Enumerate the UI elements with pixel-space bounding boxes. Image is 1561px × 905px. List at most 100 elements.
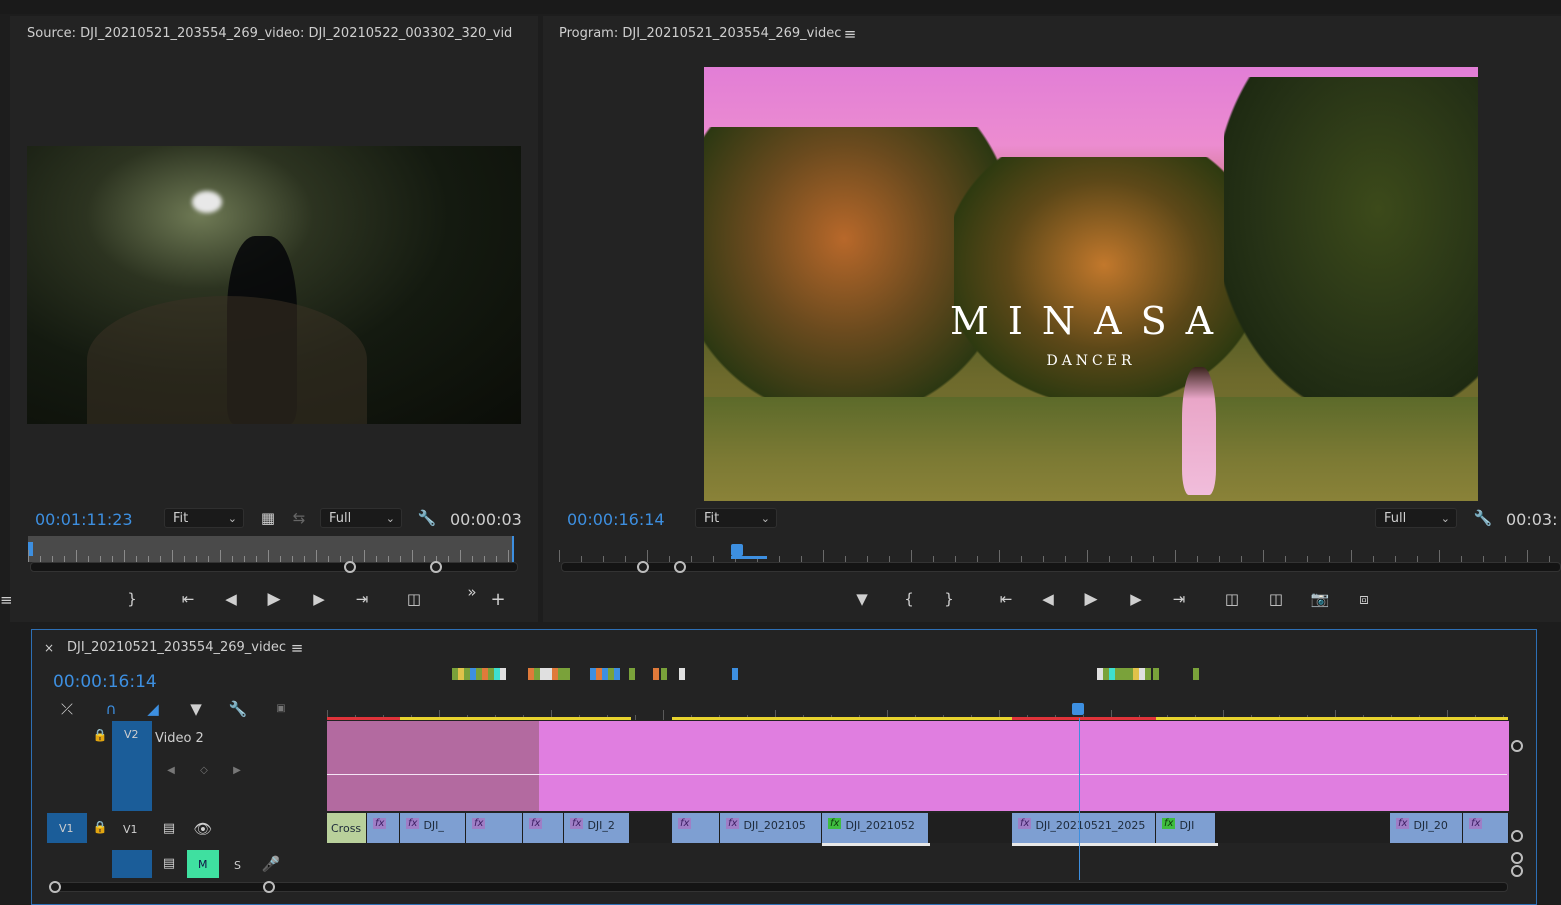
source-monitor-title[interactable]: Source: DJI_20210521_203554_269_video: D… xyxy=(27,26,512,41)
vscroll-handle-a[interactable] xyxy=(1511,852,1523,864)
source-fit-dropdown[interactable]: Fit ⌄ xyxy=(164,508,244,528)
timeline-timecode[interactable]: 00:00:16:14 xyxy=(53,672,157,692)
nest-toggle-icon[interactable]: ⤫ xyxy=(56,699,78,719)
v1-clip[interactable]: fx DJI xyxy=(1156,813,1216,843)
snap-icon[interactable]: ∩ xyxy=(100,699,122,719)
solo-button[interactable]: S xyxy=(234,859,241,872)
keyframe-add-icon[interactable]: ◇ xyxy=(193,761,215,781)
step-forward-icon[interactable]: ▶ xyxy=(1125,589,1147,609)
mute-button[interactable]: M xyxy=(187,850,219,878)
v1-clip[interactable]: fx xyxy=(1463,813,1509,843)
v1-clip[interactable]: fx DJI_2021052 xyxy=(822,813,929,843)
v1-target-label[interactable]: V1 xyxy=(123,823,138,836)
add-marker-icon[interactable]: ▼ xyxy=(851,589,873,609)
source-time-ruler[interactable] xyxy=(28,536,514,562)
wrench-icon[interactable]: 🔧 xyxy=(1472,508,1494,528)
v2-opacity-line[interactable] xyxy=(327,774,1507,775)
vscroll-handle-mid[interactable] xyxy=(1511,830,1523,842)
sync-lock-icon[interactable]: ▤ xyxy=(158,854,180,874)
v2-target-toggle[interactable]: V2 xyxy=(112,721,152,811)
step-back-icon[interactable]: ◀ xyxy=(1037,589,1059,609)
timeline-ruler[interactable] xyxy=(327,700,1508,720)
play-icon[interactable]: ▶ xyxy=(1080,589,1102,609)
timeline-marker[interactable] xyxy=(679,668,685,680)
program-playhead[interactable] xyxy=(731,544,743,556)
wrench-icon[interactable]: 🔧 xyxy=(227,699,249,719)
comparison-view-icon[interactable]: ⧈ xyxy=(1353,589,1375,609)
hamburger-icon[interactable]: ≡ xyxy=(839,24,861,44)
linked-selection-icon[interactable]: ◢ xyxy=(142,699,164,719)
keyframe-prev-icon[interactable]: ◀ xyxy=(160,761,182,781)
v1-clip[interactable]: fx xyxy=(672,813,720,843)
v1-clip[interactable]: fx DJI_20 xyxy=(1390,813,1463,843)
hamburger-icon[interactable]: ≡ xyxy=(286,638,308,658)
extract-icon[interactable]: ◫ xyxy=(1265,589,1287,609)
timeline-marker[interactable] xyxy=(500,668,506,680)
mark-in-icon[interactable]: { xyxy=(898,589,920,609)
eye-icon[interactable]: 👁 xyxy=(192,819,214,839)
insert-icon[interactable]: ◫ xyxy=(403,589,425,609)
microphone-icon[interactable]: 🎤 xyxy=(260,854,282,874)
go-to-in-icon[interactable]: ⇤ xyxy=(995,589,1017,609)
timeline-marker[interactable] xyxy=(653,668,659,680)
lift-icon[interactable]: ◫ xyxy=(1221,589,1243,609)
timeline-playhead-handle[interactable] xyxy=(1072,703,1084,715)
sync-lock-icon[interactable]: ▤ xyxy=(158,819,180,839)
go-to-out-icon[interactable]: ⇥ xyxy=(351,589,373,609)
program-fit-dropdown[interactable]: Fit ⌄ xyxy=(695,508,777,528)
mark-out-icon[interactable]: } xyxy=(938,589,960,609)
go-to-out-icon[interactable]: ⇥ xyxy=(1168,589,1190,609)
timeline-markers[interactable] xyxy=(327,668,1507,684)
v1-clip[interactable]: Cross xyxy=(327,813,367,843)
v1-clip[interactable]: fx xyxy=(523,813,564,843)
timeline-marker[interactable] xyxy=(661,668,667,680)
program-monitor-title[interactable]: Program: DJI_20210521_203554_269_videc xyxy=(559,26,841,41)
program-quality-dropdown[interactable]: Full ⌄ xyxy=(1375,508,1457,528)
wrench-icon[interactable]: 🔧 xyxy=(416,508,438,528)
program-timecode[interactable]: 00:00:16:14 xyxy=(567,510,665,529)
step-back-icon[interactable]: ◀ xyxy=(220,589,242,609)
source-zoom-handle-right[interactable] xyxy=(430,561,442,573)
step-forward-icon[interactable]: ▶ xyxy=(308,589,330,609)
source-quality-dropdown[interactable]: Full ⌄ xyxy=(320,508,402,528)
v1-clip[interactable]: fx xyxy=(367,813,400,843)
v1-clip[interactable]: fx xyxy=(466,813,523,843)
source-zoom-scrollbar[interactable] xyxy=(30,562,518,572)
timeline-zoom-handle-right[interactable] xyxy=(263,881,275,893)
v1-clip[interactable]: fx DJI_ xyxy=(400,813,466,843)
timeline-marker[interactable] xyxy=(629,668,635,680)
timeline-marker[interactable] xyxy=(1153,668,1159,680)
close-icon[interactable]: × xyxy=(38,638,60,658)
v1-clip[interactable]: fx DJI_202105 xyxy=(720,813,822,843)
program-zoom-scrollbar[interactable] xyxy=(561,562,1561,572)
captions-icon[interactable]: ▣ xyxy=(270,699,292,719)
camera-icon[interactable]: 📷 xyxy=(1309,589,1331,609)
v1-source-patch[interactable]: V1 xyxy=(47,813,87,843)
timeline-marker[interactable] xyxy=(1145,668,1151,680)
source-timecode[interactable]: 00:01:11:23 xyxy=(35,510,133,529)
source-zoom-handle-left[interactable] xyxy=(344,561,356,573)
insert-overwrite-icon[interactable]: ⇆ xyxy=(288,508,310,528)
timeline-marker[interactable] xyxy=(614,668,620,680)
add-marker-icon[interactable]: ▼ xyxy=(185,699,207,719)
lock-icon[interactable]: 🔒 xyxy=(89,817,111,837)
lock-icon[interactable]: 🔒 xyxy=(89,725,111,745)
timeline-tab-title[interactable]: DJI_20210521_203554_269_videc xyxy=(67,640,289,655)
add-button-icon[interactable]: + xyxy=(487,590,509,610)
vscroll-handle-b[interactable] xyxy=(1511,865,1523,877)
timeline-zoom-handle-left[interactable] xyxy=(49,881,61,893)
v2-track-name[interactable]: Video 2 xyxy=(155,731,204,746)
go-to-in-icon[interactable]: ⇤ xyxy=(177,589,199,609)
v2-clip[interactable] xyxy=(539,721,1509,811)
play-icon[interactable]: ▶ xyxy=(263,589,285,609)
mark-out-icon[interactable]: } xyxy=(121,589,143,609)
vscroll-handle-top[interactable] xyxy=(1511,740,1523,752)
a1-target-toggle[interactable] xyxy=(112,850,152,878)
hamburger-icon[interactable]: ≡ xyxy=(0,590,13,610)
program-zoom-handle-right[interactable] xyxy=(674,561,686,573)
keyframe-next-icon[interactable]: ▶ xyxy=(226,761,248,781)
more-buttons-icon[interactable]: » xyxy=(461,582,483,602)
v1-clip[interactable]: fx DJI_20210521_2025 xyxy=(1012,813,1156,843)
program-zoom-handle-left[interactable] xyxy=(637,561,649,573)
v1-clip[interactable]: fx DJI_2 xyxy=(564,813,630,843)
